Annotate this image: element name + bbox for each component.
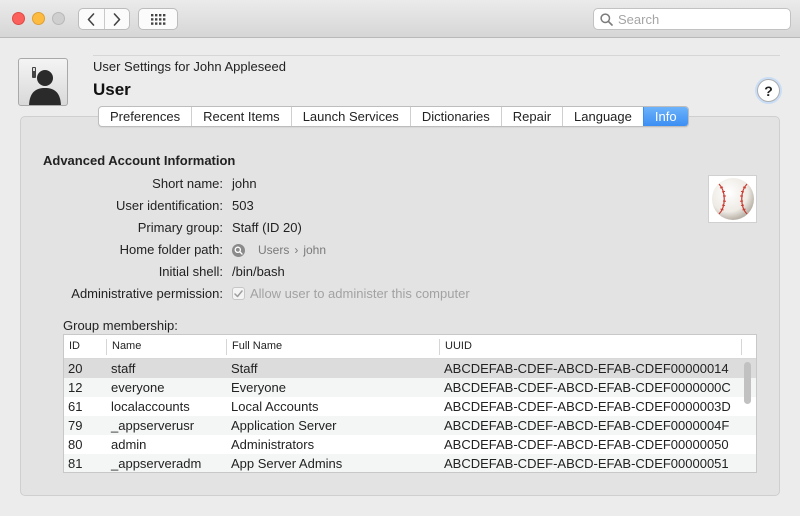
cell-id: 80 [68, 437, 83, 452]
back-forward-control [78, 8, 130, 30]
admin-permission-label: Administrative permission: [71, 286, 223, 301]
column-header-name[interactable]: Name [107, 335, 141, 358]
cell-uuid: ABCDEFAB-CDEF-ABCD-EFAB-CDEF00000050 [444, 437, 729, 452]
cell-name: staff [111, 361, 136, 376]
user-silhouette-icon [18, 58, 68, 106]
admin-checkbox-label: Allow user to administer this computer [250, 286, 470, 301]
checkmark-icon [234, 289, 243, 297]
section-title: Advanced Account Information [43, 153, 236, 168]
column-header-uuid[interactable]: UUID [440, 335, 472, 358]
cell-id: 81 [68, 456, 83, 471]
page-title: User [93, 80, 131, 99]
tab-info[interactable]: Info [642, 107, 688, 126]
show-all-button[interactable] [138, 8, 178, 30]
short-name-label: Short name: [152, 176, 223, 191]
cell-id: 12 [68, 380, 83, 395]
table-row[interactable]: 81 _appserveradm App Server Admins ABCDE… [64, 454, 756, 472]
table-row[interactable]: 20 staff Staff ABCDEFAB-CDEF-ABCD-EFAB-C… [64, 359, 756, 378]
cell-id: 20 [68, 361, 83, 376]
admin-checkbox-row: Allow user to administer this computer [232, 286, 470, 301]
table-header: ID Name Full Name UUID [64, 335, 756, 359]
home-folder-label: Home folder path: [119, 242, 223, 257]
cell-uuid: ABCDEFAB-CDEF-ABCD-EFAB-CDEF00000051 [444, 456, 729, 471]
cell-id: 61 [68, 399, 83, 414]
column-divider [741, 339, 742, 355]
short-name-value: john [232, 176, 257, 191]
initial-shell-label: Initial shell: [158, 264, 223, 279]
avatar[interactable] [708, 175, 757, 223]
chevron-right-icon [113, 12, 121, 26]
cell-name: admin [111, 437, 147, 452]
page-subtitle: User Settings for John Appleseed [93, 59, 286, 74]
table-body: 20 staff Staff ABCDEFAB-CDEF-ABCD-EFAB-C… [64, 359, 756, 472]
grid-icon [150, 13, 165, 25]
group-membership-label: Group membership: [63, 318, 178, 333]
group-membership-table[interactable]: ID Name Full Name UUID 20 staff Staff AB… [63, 334, 757, 473]
forward-button[interactable] [103, 9, 130, 29]
zoom-window-button[interactable] [52, 12, 65, 25]
table-row[interactable]: 79 _appserverusr Application Server ABCD… [64, 416, 756, 435]
help-button[interactable]: ? [757, 79, 780, 102]
cell-uuid: ABCDEFAB-CDEF-ABCD-EFAB-CDEF0000003D [444, 399, 731, 414]
search-icon [600, 12, 613, 26]
cell-uuid: ABCDEFAB-CDEF-ABCD-EFAB-CDEF0000004F [444, 418, 730, 433]
cell-name: everyone [111, 380, 165, 395]
home-folder-path[interactable]: Users › john [232, 243, 326, 257]
table-row[interactable]: 61 localaccounts Local Accounts ABCDEFAB… [64, 397, 756, 416]
help-icon: ? [764, 82, 773, 99]
tab-language[interactable]: Language [562, 107, 643, 126]
column-header-id[interactable]: ID [64, 335, 80, 358]
search-input[interactable] [618, 11, 788, 27]
window-toolbar [0, 0, 800, 38]
user-id-value: 503 [232, 198, 254, 213]
close-window-button[interactable] [12, 12, 25, 25]
initial-shell-value: /bin/bash [232, 264, 285, 279]
cell-uuid: ABCDEFAB-CDEF-ABCD-EFAB-CDEF00000014 [444, 361, 729, 376]
cell-id: 79 [68, 418, 83, 433]
back-button[interactable] [79, 9, 104, 29]
tab-dictionaries[interactable]: Dictionaries [409, 107, 501, 126]
table-row[interactable]: 80 admin Administrators ABCDEFAB-CDEF-AB… [64, 435, 756, 454]
column-header-full-name[interactable]: Full Name [227, 335, 282, 358]
cell-full-name: App Server Admins [231, 456, 343, 471]
magnifier-icon [232, 243, 245, 257]
cell-name: localaccounts [111, 399, 190, 414]
path-component-john[interactable]: john [303, 243, 326, 257]
primary-group-value: Staff (ID 20) [232, 220, 302, 235]
header-divider [93, 55, 780, 56]
cell-full-name: Administrators [231, 437, 315, 452]
user-id-label: User identification: [116, 198, 223, 213]
tab-preferences[interactable]: Preferences [99, 107, 191, 126]
tab-recent-items[interactable]: Recent Items [191, 107, 291, 126]
tab-bar: Preferences Recent Items Launch Services… [98, 106, 689, 127]
search-field[interactable] [593, 8, 791, 30]
cell-name: _appserverusr [111, 418, 195, 433]
cell-full-name: Everyone [231, 380, 286, 395]
path-separator: › [294, 243, 299, 257]
cell-full-name: Local Accounts [231, 399, 319, 414]
minimize-window-button[interactable] [32, 12, 45, 25]
tab-launch-services[interactable]: Launch Services [290, 107, 410, 126]
cell-full-name: Application Server [231, 418, 337, 433]
cell-full-name: Staff [231, 361, 258, 376]
table-row[interactable]: 12 everyone Everyone ABCDEFAB-CDEF-ABCD-… [64, 378, 756, 397]
baseball-icon [711, 178, 754, 220]
path-component-users[interactable]: Users [258, 243, 289, 257]
tab-repair[interactable]: Repair [500, 107, 562, 126]
cell-name: _appserveradm [111, 456, 202, 471]
primary-group-label: Primary group: [137, 220, 223, 235]
chevron-left-icon [87, 12, 95, 26]
vertical-scrollbar[interactable] [744, 362, 751, 404]
cell-uuid: ABCDEFAB-CDEF-ABCD-EFAB-CDEF0000000C [444, 380, 731, 395]
admin-checkbox[interactable] [232, 287, 245, 300]
